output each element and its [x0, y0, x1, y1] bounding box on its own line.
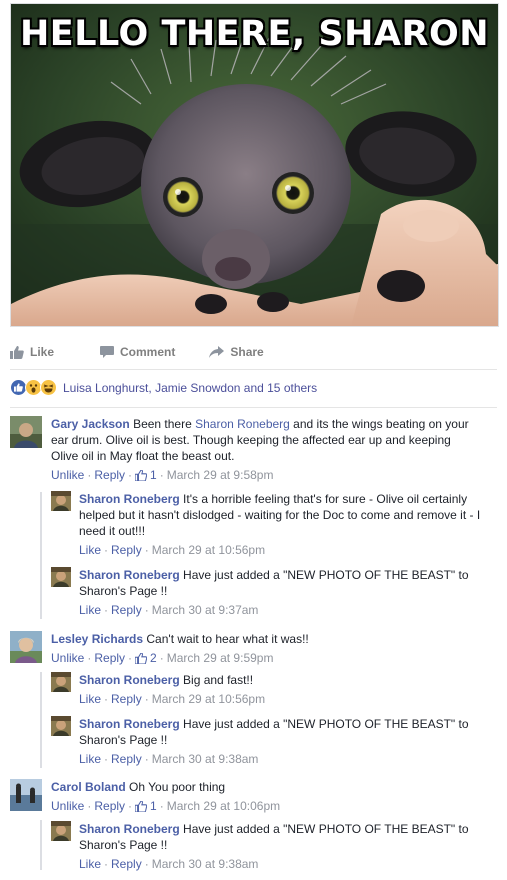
avatar[interactable]: [51, 672, 71, 692]
reaction-names-link[interactable]: Luisa Longhurst, Jamie Snowdon and 15 ot…: [63, 381, 317, 395]
reply-link[interactable]: Reply: [111, 691, 142, 707]
timestamp[interactable]: March 29 at 10:56pm: [152, 542, 265, 558]
comment-author[interactable]: Sharon Roneberg: [79, 673, 180, 687]
reply-thread-line: [40, 672, 42, 768]
comment-body: Lesley Richards Can't wait to hear what …: [51, 631, 309, 666]
like-link[interactable]: Like: [79, 751, 101, 767]
timestamp[interactable]: March 29 at 9:58pm: [167, 467, 274, 483]
comment-body: Sharon Roneberg Have just added a "NEW P…: [79, 567, 483, 618]
share-label: Share: [230, 345, 264, 359]
comment-meta: Unlike · Reply · 1 · March 29 at 9:58pm: [51, 467, 274, 483]
comment-label: Comment: [120, 345, 176, 359]
timestamp[interactable]: March 29 at 9:59pm: [167, 650, 274, 666]
unlike-link[interactable]: Unlike: [51, 798, 84, 814]
comment-meta: Like · Reply · March 30 at 9:38am: [79, 856, 259, 872]
like-link[interactable]: Like: [79, 542, 101, 558]
timestamp[interactable]: March 29 at 10:56pm: [152, 691, 265, 707]
reply-link[interactable]: Reply: [111, 856, 142, 872]
avatar[interactable]: [51, 716, 71, 736]
timestamp[interactable]: March 30 at 9:38am: [152, 856, 259, 872]
avatar[interactable]: [51, 491, 71, 511]
comment: Carol Boland Oh You poor thing Unlike · R…: [10, 779, 480, 814]
reply-thread-line: [40, 820, 42, 870]
like-count[interactable]: 1: [135, 467, 157, 483]
comment-button[interactable]: Comment: [100, 345, 175, 359]
thumbs-up-icon: [135, 469, 148, 481]
reactions-summary: Luisa Longhurst, Jamie Snowdon and 15 ot…: [10, 379, 317, 396]
post-photo[interactable]: HELLO THERE, SHARON: [10, 3, 499, 327]
comment-text: Been there: [133, 417, 196, 431]
timestamp[interactable]: March 29 at 10:06pm: [167, 798, 280, 814]
comment-author[interactable]: Gary Jackson: [51, 417, 130, 431]
comment-meta: Like · Reply · March 29 at 10:56pm: [79, 691, 266, 707]
avatar[interactable]: [10, 779, 42, 811]
comment-body: Gary Jackson Been there Sharon Roneberg …: [51, 416, 480, 483]
reply-thread-line: [40, 492, 42, 619]
avatar[interactable]: [10, 416, 42, 448]
reply: Sharon Roneberg Big and fast!! Like · Rep…: [51, 672, 483, 707]
comment-body: Carol Boland Oh You poor thing Unlike · R…: [51, 779, 280, 814]
reply-link[interactable]: Reply: [111, 602, 142, 618]
comment: Lesley Richards Can't wait to hear what …: [10, 631, 480, 666]
comment-body: Sharon Roneberg Have just added a "NEW P…: [79, 716, 483, 767]
like-button[interactable]: Like: [10, 345, 54, 359]
like-link[interactable]: Like: [79, 602, 101, 618]
comment-text: Oh You poor thing: [129, 780, 226, 794]
avatar[interactable]: [51, 821, 71, 841]
comment-author[interactable]: Carol Boland: [51, 780, 126, 794]
reply-link[interactable]: Reply: [111, 542, 142, 558]
comment-body: Sharon Roneberg Have just added a "NEW P…: [79, 821, 483, 872]
facebook-post: HELLO THERE, SHARON Like Comment Share L…: [0, 0, 507, 880]
comment-meta: Like · Reply · March 30 at 9:37am: [79, 602, 259, 618]
thumbs-up-icon: [135, 800, 148, 812]
like-count[interactable]: 2: [135, 650, 157, 666]
comment-text: Big and fast!!: [183, 673, 254, 687]
reply: Sharon Roneberg Have just added a "NEW P…: [51, 716, 483, 767]
comment-author[interactable]: Sharon Roneberg: [79, 822, 180, 836]
comment-author[interactable]: Lesley Richards: [51, 632, 143, 646]
reply: Sharon Roneberg It's a horrible feeling …: [51, 491, 483, 558]
comment-meta: Unlike · Reply · 2 · March 29 at 9:59pm: [51, 650, 274, 666]
comment-meta: Unlike · Reply · 1 · March 29 at 10:06pm: [51, 798, 281, 814]
avatar[interactable]: [10, 631, 42, 663]
thumbs-up-icon: [10, 345, 24, 359]
like-link[interactable]: Like: [79, 856, 101, 872]
mention-link[interactable]: Sharon Roneberg: [195, 417, 290, 431]
haha-icon: [40, 379, 57, 396]
comment-bubble-icon: [100, 345, 115, 358]
unlike-link[interactable]: Unlike: [51, 650, 84, 666]
reply-link[interactable]: Reply: [111, 751, 142, 767]
divider: [10, 407, 497, 408]
comment-body: Sharon Roneberg It's a horrible feeling …: [79, 491, 483, 558]
like-label: Like: [30, 345, 55, 359]
comment-author[interactable]: Sharon Roneberg: [79, 568, 180, 582]
share-arrow-icon: [209, 346, 225, 358]
divider: [10, 369, 497, 370]
share-button[interactable]: Share: [209, 345, 264, 359]
comment-meta: Like · Reply · March 30 at 9:38am: [79, 751, 259, 767]
reply-link[interactable]: Reply: [94, 798, 125, 814]
like-count[interactable]: 1: [135, 798, 157, 814]
thumbs-up-icon: [135, 652, 148, 664]
comment-author[interactable]: Sharon Roneberg: [79, 717, 180, 731]
reply-link[interactable]: Reply: [94, 467, 125, 483]
timestamp[interactable]: March 30 at 9:37am: [152, 602, 259, 618]
like-link[interactable]: Like: [79, 691, 101, 707]
post-action-bar: Like Comment Share: [10, 337, 497, 367]
comment-body: Sharon Roneberg Big and fast!! Like · Rep…: [79, 672, 265, 707]
avatar[interactable]: [51, 567, 71, 587]
comment-text: Can't wait to hear what it was!!: [146, 632, 309, 646]
reply-link[interactable]: Reply: [94, 650, 125, 666]
timestamp[interactable]: March 30 at 9:38am: [152, 751, 259, 767]
unlike-link[interactable]: Unlike: [51, 467, 84, 483]
meme-caption: HELLO THERE, SHARON: [20, 14, 489, 54]
comment-meta: Like · Reply · March 29 at 10:56pm: [79, 542, 266, 558]
comment: Gary Jackson Been there Sharon Roneberg …: [10, 416, 480, 483]
comment-author[interactable]: Sharon Roneberg: [79, 492, 180, 506]
reply: Sharon Roneberg Have just added a "NEW P…: [51, 567, 483, 618]
reply: Sharon Roneberg Have just added a "NEW P…: [51, 821, 483, 872]
